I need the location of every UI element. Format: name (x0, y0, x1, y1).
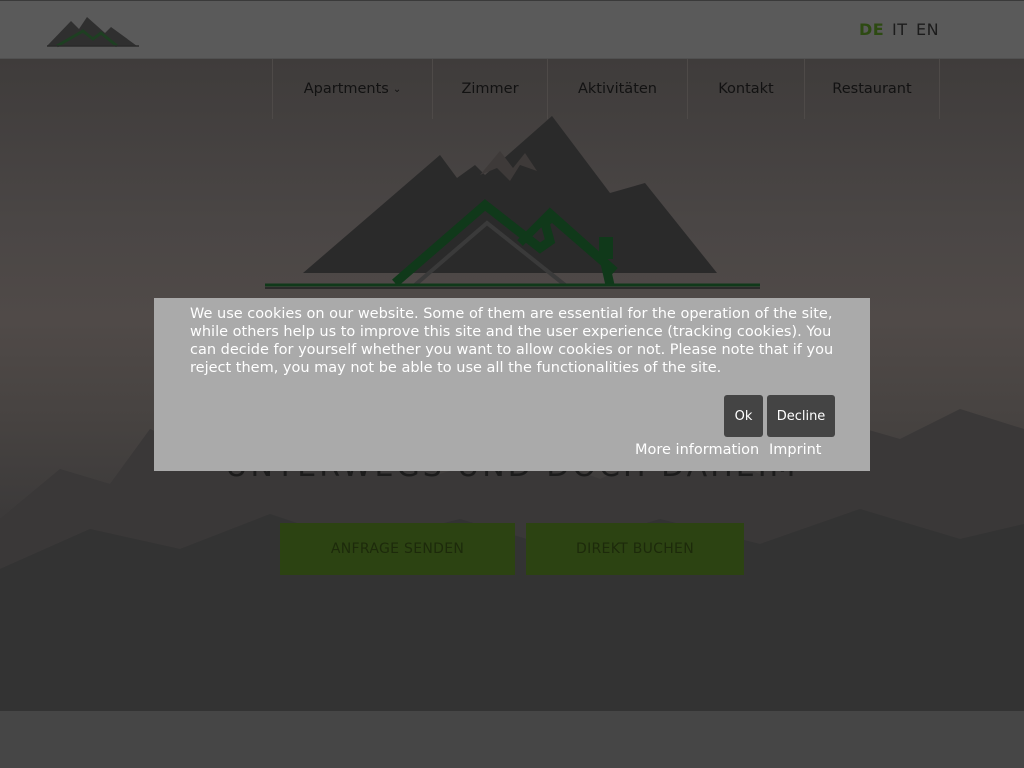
nav-item-aktivitaeten[interactable]: Aktivitäten (547, 59, 687, 119)
nav-item-label: Zimmer (461, 81, 519, 97)
nav-item-label: Apartments (303, 81, 389, 97)
chevron-down-icon: ⌄ (392, 83, 402, 95)
cookie-imprint-link[interactable]: Imprint (769, 442, 821, 458)
nav-item-zimmer[interactable]: Zimmer (432, 59, 547, 119)
language-de[interactable]: DE (859, 20, 884, 39)
footer-strip (0, 711, 1024, 768)
cookie-consent-dialog: We use cookies on our website. Some of t… (154, 298, 870, 471)
top-header: DE IT EN (0, 0, 1024, 59)
main-navigation: Apartments ⌄ Zimmer Aktivitäten Kontakt … (272, 59, 940, 119)
nav-item-label: Kontakt (718, 81, 774, 97)
mountain-home-logo-icon[interactable] (47, 13, 139, 49)
nav-item-restaurant[interactable]: Restaurant (804, 59, 940, 119)
nav-item-label: Restaurant (832, 81, 912, 97)
nav-item-label: Aktivitäten (577, 81, 657, 97)
mountain-home-hero-logo-icon (265, 116, 760, 289)
nav-item-apartments[interactable]: Apartments ⌄ (272, 59, 432, 119)
send-inquiry-button[interactable]: ANFRAGE SENDEN (280, 523, 515, 575)
language-en[interactable]: EN (916, 20, 939, 39)
nav-item-kontakt[interactable]: Kontakt (687, 59, 804, 119)
cookie-message: We use cookies on our website. Some of t… (190, 306, 834, 376)
language-it[interactable]: IT (892, 20, 908, 39)
cookie-decline-button[interactable]: Decline (767, 395, 835, 437)
cookie-more-information-link[interactable]: More information (635, 442, 759, 458)
book-directly-button[interactable]: DIREKT BUCHEN (526, 523, 744, 575)
cookie-ok-button[interactable]: Ok (724, 395, 763, 437)
